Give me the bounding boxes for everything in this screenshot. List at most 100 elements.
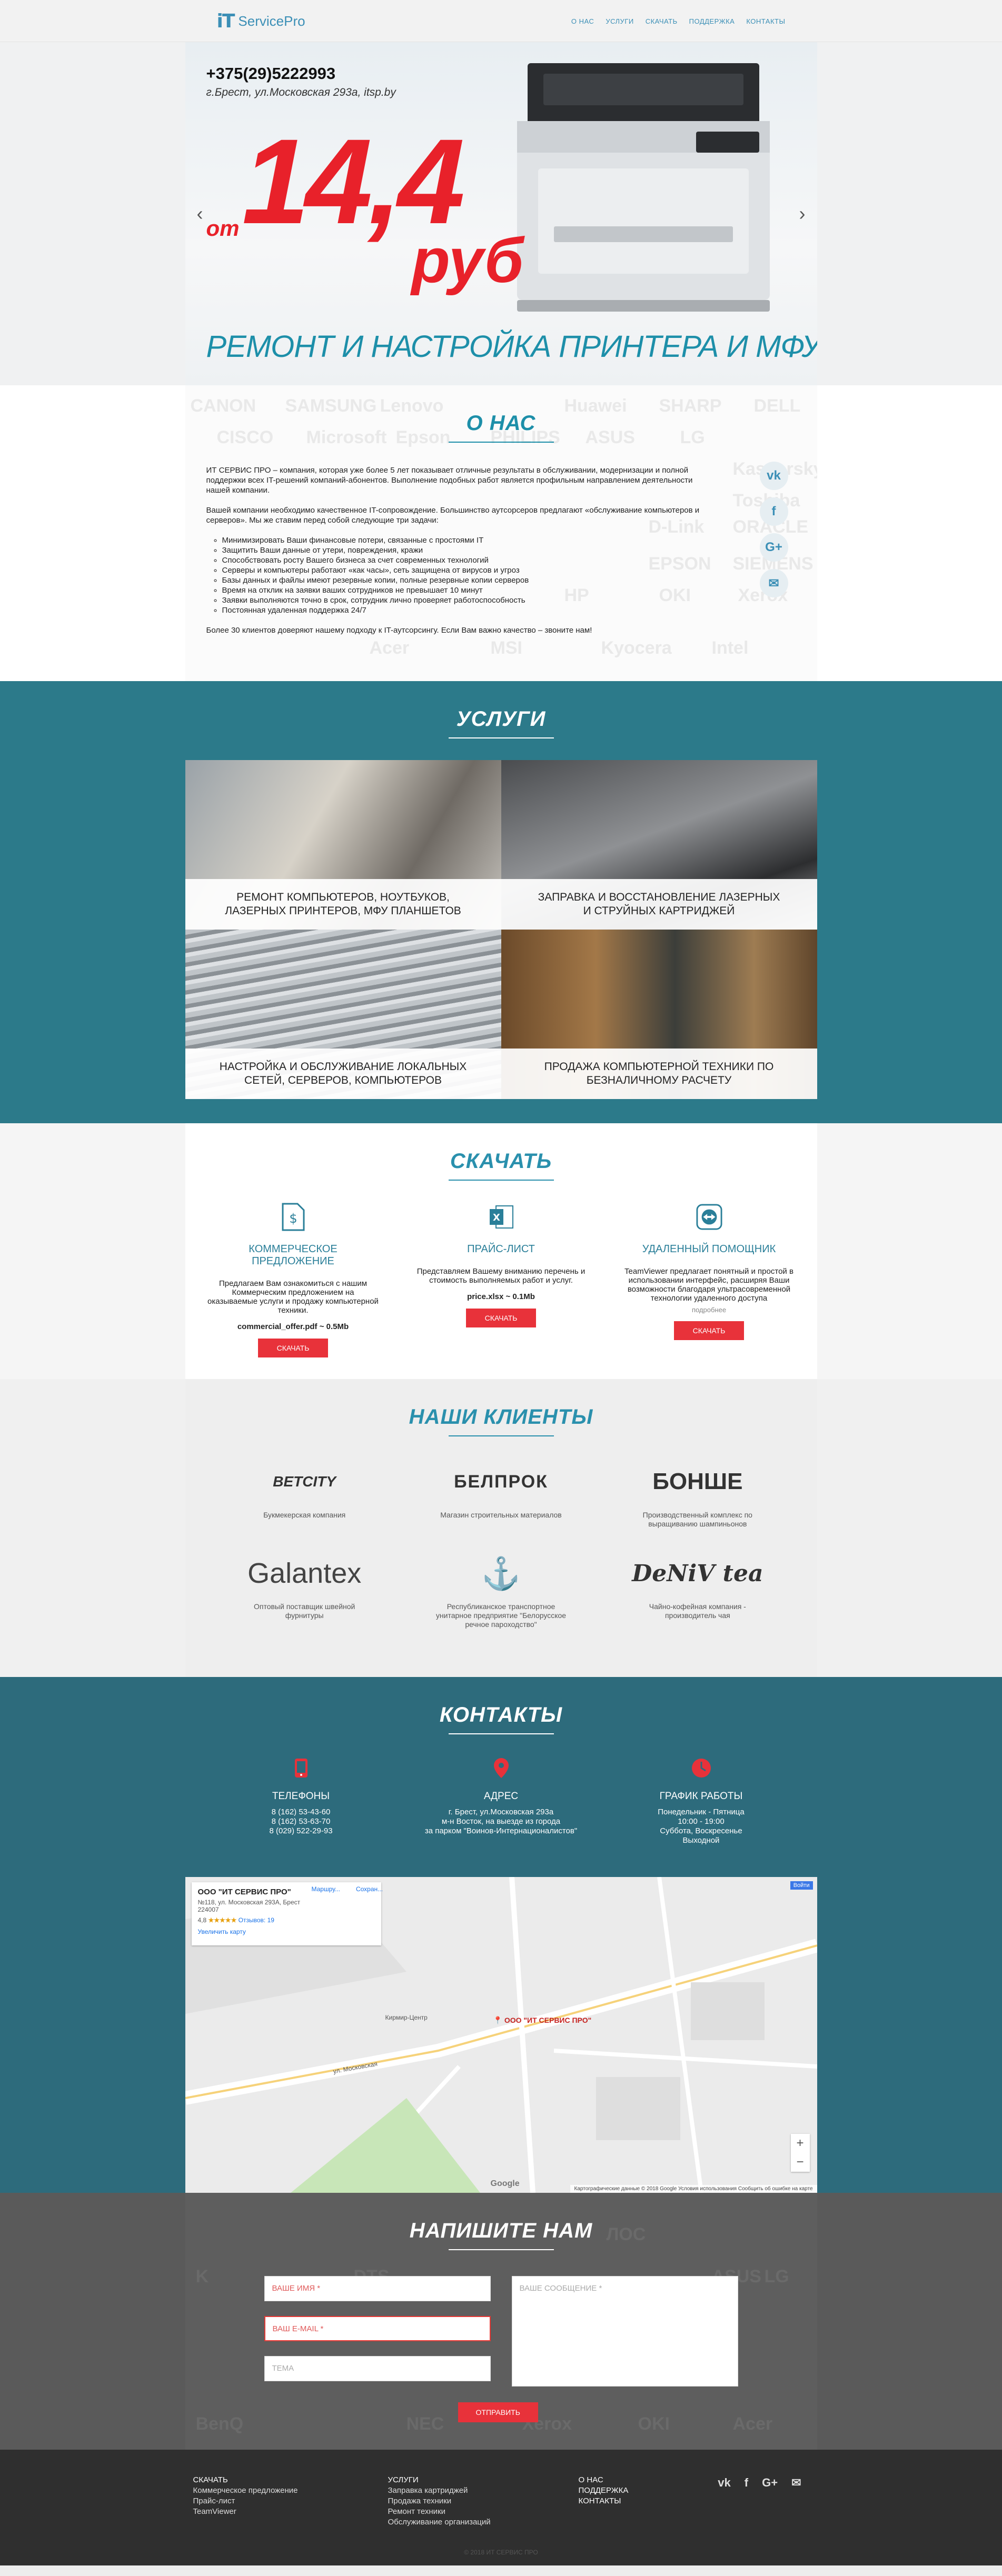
about-title-text: О НАС (466, 412, 536, 435)
nav-about[interactable]: О НАС (571, 17, 594, 25)
footer-link[interactable]: СКАЧАТЬ (193, 2475, 298, 2485)
about-paragraph-1: ИТ СЕРВИС ПРО – компания, которая уже бо… (206, 466, 693, 495)
services-title: УСЛУГИ (185, 707, 817, 738)
service-card-cartridges[interactable]: ЗАПРАВКА И ВОССТАНОВЛЕНИЕ ЛАЗЕРНЫХ И СТР… (501, 760, 817, 930)
route-button[interactable]: Маршру... (312, 1885, 340, 1893)
footer-link[interactable]: Ремонт техники (388, 2507, 491, 2517)
mail-icon[interactable]: ✉ (759, 569, 788, 597)
excel-icon: X (488, 1202, 514, 1232)
footer-link[interactable]: Заправка картриджей (388, 2485, 491, 2496)
send-button[interactable]: ОТПРАВИТЬ (458, 2402, 538, 2422)
service-card-sales[interactable]: ПРОДАЖА КОМПЬЮТЕРНОЙ ТЕХНИКИ ПО БЕЗНАЛИЧ… (501, 930, 817, 1099)
download-head: УДАЛЕННЫЙ ПОМОЩНИК (642, 1243, 776, 1255)
clients-title-text: НАШИ КЛИЕНТЫ (409, 1405, 593, 1429)
footer-link[interactable]: УСЛУГИ (388, 2475, 491, 2485)
map-signin-button[interactable]: Войти (790, 1881, 813, 1890)
footer-link[interactable]: Продажа техники (388, 2496, 491, 2507)
map-marker[interactable]: 📍 ООО "ИТ СЕРВИС ПРО" (493, 2016, 592, 2024)
download-teamviewer-button[interactable]: СКАЧАТЬ (673, 1321, 745, 1340)
teamviewer-more-link[interactable]: подробнее (622, 1306, 796, 1314)
name-field[interactable]: ВАШЕ ИМЯ * (264, 2276, 491, 2301)
zoom-in-button[interactable]: + (791, 2134, 810, 2153)
bg-brand: BenQ (195, 2414, 244, 2434)
copyright: © 2018 ИТ СЕРВИС ПРО (464, 2549, 538, 2556)
service-caption: ЗАПРАВКА И ВОССТАНОВЛЕНИЕ ЛАЗЕРНЫХ И СТР… (501, 879, 817, 930)
map-zoom-controls: + − (790, 2134, 810, 2172)
download-offer-button[interactable]: СКАЧАТЬ (257, 1339, 329, 1357)
download-desc: Представляем Вашему вниманию перечень и … (416, 1267, 586, 1285)
facebook-icon[interactable]: f (759, 497, 788, 526)
site-footer: СКАЧАТЬ Коммерческое предложение Прайс-л… (0, 2450, 1002, 2565)
contact-line: Суббота, Воскресенье (660, 1826, 742, 1835)
footer-link[interactable]: Обслуживание организаций (388, 2517, 491, 2528)
google-plus-icon[interactable]: G+ (762, 2476, 778, 2490)
message-field[interactable]: ВАШЕ СООБЩЕНИЕ * (511, 2276, 738, 2387)
client-logo: DeNiV tea (632, 1560, 763, 1587)
rating-value: 4,8 (197, 1916, 207, 1924)
save-button[interactable]: Сохран... (356, 1885, 383, 1893)
nav-contacts[interactable]: КОНТАКТЫ (746, 17, 785, 25)
email-field[interactable]: ВАШ E-MAIL * (264, 2316, 491, 2341)
title-underline (448, 1180, 554, 1181)
client-desc: Магазин строительных материалов (440, 1511, 562, 1519)
client-galantex: Galantex Оптовый поставщик швейной фурни… (206, 1550, 403, 1629)
footer-link[interactable]: TeamViewer (193, 2507, 298, 2517)
footer-link[interactable]: ПОДДЕРЖКА (579, 2485, 629, 2496)
contact-line: м-н Восток, на выезде из города (441, 1817, 561, 1826)
client-logo: BETCITY (273, 1473, 336, 1490)
dollar-document-icon: $ (280, 1202, 306, 1232)
vk-icon[interactable]: vk (718, 2476, 730, 2490)
contact-phone[interactable]: 8 (029) 522-29-93 (206, 1826, 396, 1836)
list-item: Базы данных и файлы имеют резервные копи… (222, 575, 712, 585)
map-card-actions: Маршру... Сохран... (312, 1885, 383, 1893)
hero-title: РЕМОНТ И НАСТРОЙКА ПРИНТЕРА И МФУ (206, 330, 817, 364)
bg-brand: K (195, 2267, 209, 2287)
enlarge-map-link[interactable]: Увеличить карту (198, 1928, 375, 1935)
download-head: КОММЕРЧЕСКОЕ ПРЕДЛОЖЕНИЕ (249, 1243, 338, 1267)
contact-phone[interactable]: 8 (162) 53-63-70 (206, 1817, 396, 1826)
facebook-icon[interactable]: f (745, 2476, 748, 2490)
nav-download[interactable]: СКАЧАТЬ (646, 17, 678, 25)
download-price-button[interactable]: СКАЧАТЬ (465, 1309, 537, 1327)
contact-line: за парком "Воинов-Интернационалистов" (424, 1826, 578, 1835)
title-underline (448, 2249, 554, 2250)
footer-link[interactable]: О НАС (579, 2475, 629, 2485)
service-card-repair[interactable]: РЕМОНТ КОМПЬЮТЕРОВ, НОУТБУКОВ, ЛАЗЕРНЫХ … (185, 760, 501, 930)
contact-phone[interactable]: 8 (162) 53-43-60 (206, 1808, 396, 1817)
clients-title: НАШИ КЛИЕНТЫ (185, 1405, 817, 1436)
footer-link[interactable]: Коммерческое предложение (193, 2485, 298, 2496)
reviews-link[interactable]: Отзывов: 19 (239, 1916, 274, 1924)
vk-icon[interactable]: vk (759, 462, 788, 490)
svg-text:X: X (493, 1212, 500, 1223)
service-card-networks[interactable]: НАСТРОЙКА И ОБСЛУЖИВАНИЕ ЛОКАЛЬНЫХ СЕТЕЙ… (185, 930, 501, 1099)
google-plus-icon[interactable]: G+ (759, 533, 788, 562)
downloads-title: СКАЧАТЬ (185, 1150, 817, 1181)
title-underline (448, 1733, 554, 1734)
map-footer[interactable]: Картографические данные © 2018 Google Ус… (570, 2185, 817, 2193)
map-card-rating: 4,8 ★★★★★ Отзывов: 19 (198, 1916, 375, 1924)
subject-field[interactable]: ТЕМА (264, 2356, 491, 2381)
mail-icon[interactable]: ✉ (791, 2476, 801, 2490)
zoom-out-button[interactable]: − (791, 2153, 810, 2172)
google-map[interactable]: 📍 ООО "ИТ СЕРВИС ПРО" ул. Московская Кир… (185, 1877, 817, 2193)
list-item: Минимизировать Ваши финансовые потери, с… (222, 535, 712, 545)
top-nav: О НАС УСЛУГИ СКАЧАТЬ ПОДДЕРЖКА КОНТАКТЫ (571, 17, 786, 25)
list-item: Защитить Ваши данные от утери, поврежден… (222, 545, 712, 555)
download-offer: $ КОММЕРЧЕСКОЕ ПРЕДЛОЖЕНИЕ Предлагаем Ва… (206, 1202, 380, 1357)
contacts-columns: ТЕЛЕФОНЫ 8 (162) 53-43-60 8 (162) 53-63-… (206, 1756, 796, 1845)
nav-support[interactable]: ПОДДЕРЖКА (689, 17, 735, 25)
logo[interactable]: iT ServicePro (217, 11, 305, 32)
logo-text: ServicePro (238, 13, 305, 29)
about-paragraph-2: Вашей компании необходимо качественное I… (206, 506, 700, 525)
google-logo: Google (490, 2179, 520, 2188)
slider-next-arrow-icon[interactable]: › (799, 203, 806, 225)
slider-prev-arrow-icon[interactable]: ‹ (197, 203, 203, 225)
footer-link[interactable]: Прайс-лист (193, 2496, 298, 2507)
footer-link[interactable]: КОНТАКТЫ (579, 2496, 629, 2507)
contact-line: г. Брест, ул.Московская 293а (448, 1808, 554, 1816)
contacts-title: КОНТАКТЫ (185, 1703, 817, 1734)
contact-line: 10:00 - 19:00 (678, 1817, 725, 1826)
bg-brand: Intel (711, 638, 749, 658)
title-underline (448, 442, 554, 443)
nav-services[interactable]: УСЛУГИ (606, 17, 633, 25)
